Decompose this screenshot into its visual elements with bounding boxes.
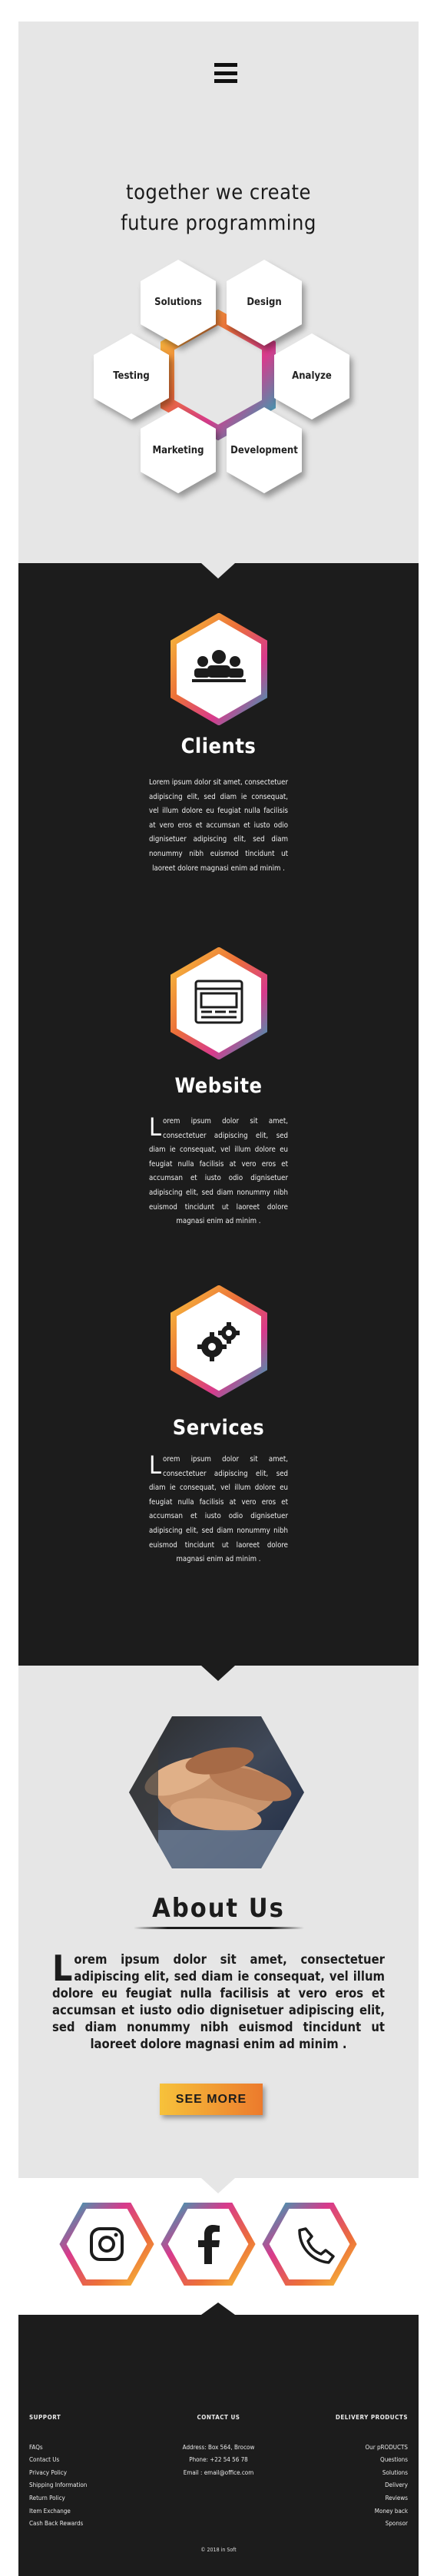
- social-icons-row: [59, 2203, 357, 2286]
- feature-title: Services: [172, 1416, 265, 1440]
- hero-title: together we create future programming: [18, 177, 419, 239]
- page: together we create future programming So…: [18, 22, 419, 2576]
- hero-title-line2: future programming: [121, 211, 316, 235]
- footer-delivery: DELIVERY PRODUCTS Our pRODUCTS Questions…: [336, 2412, 408, 2531]
- instagram-icon[interactable]: [59, 2203, 154, 2286]
- facebook-icon[interactable]: [161, 2203, 256, 2286]
- see-more-button[interactable]: SEE MORE: [160, 2084, 263, 2115]
- footer-link[interactable]: Item Exchange: [29, 2505, 87, 2518]
- website-badge: [170, 947, 267, 1059]
- about-title: About Us: [152, 1893, 285, 1924]
- section-notch: [201, 2302, 235, 2315]
- feature-website: Website Lorem ipsum dolor sit amet, cons…: [18, 947, 419, 1239]
- footer-link[interactable]: Cash Back Rewards: [29, 2518, 87, 2531]
- feature-text: Lorem ipsum dolor sit amet, consectetuer…: [149, 778, 288, 873]
- footer-link[interactable]: Sponsor: [336, 2518, 408, 2531]
- feature-services: Services Lorem ipsum dolor sit amet, con…: [18, 1285, 419, 1577]
- footer-link[interactable]: Return Policy: [29, 2492, 87, 2505]
- footer: SUPPORT FAQs Contact Us Privacy Policy S…: [18, 2302, 419, 2576]
- dropcap: L: [149, 1450, 162, 1480]
- footer-link[interactable]: Solutions: [336, 2467, 408, 2480]
- hero-section: together we create future programming So…: [18, 22, 419, 563]
- dropcap: L: [149, 1112, 162, 1142]
- feature-clients: Clients Lorem ipsum dolor sit amet, cons…: [18, 613, 419, 890]
- footer-link[interactable]: Questions: [336, 2454, 408, 2467]
- hero-title-line1: together we create: [126, 181, 311, 204]
- hex-development[interactable]: Development: [222, 445, 306, 456]
- footer-link[interactable]: Reviews: [336, 2492, 408, 2505]
- hex-marketing[interactable]: Marketing: [136, 445, 220, 456]
- section-notch: [201, 1666, 235, 1681]
- hex-design[interactable]: Design: [222, 297, 306, 308]
- features-section: Clients Lorem ipsum dolor sit amet, cons…: [18, 563, 419, 1666]
- feature-text: Lorem ipsum dolor sit amet, consectetuer…: [149, 1115, 288, 1229]
- dropcap: L: [52, 1948, 73, 1989]
- feature-text: Lorem ipsum dolor sit amet, consectetuer…: [149, 1453, 288, 1567]
- services-badge: [170, 1285, 267, 1397]
- about-text-body: orem ipsum dolor sit amet, consectetuer …: [52, 1952, 385, 2051]
- footer-link[interactable]: Shipping Information: [29, 2479, 87, 2492]
- feature-title: Website: [174, 1074, 263, 1098]
- menu-icon[interactable]: [214, 63, 237, 83]
- hex-solutions[interactable]: Solutions: [136, 297, 220, 308]
- clients-badge: [170, 613, 267, 725]
- phone-icon[interactable]: [262, 2203, 357, 2286]
- service-hex-cluster: Solutions Design Testing Analyze Marketi…: [18, 260, 419, 536]
- social-section: [18, 2178, 419, 2315]
- about-text: Lorem ipsum dolor sit amet, consectetuer…: [52, 1951, 385, 2053]
- about-photo-hands: [129, 1716, 304, 1868]
- feature-text-body: orem ipsum dolor sit amet, consectetuer …: [149, 1455, 288, 1564]
- section-notch: [201, 563, 235, 579]
- feature-title: Clients: [180, 734, 257, 758]
- copyright: © 2018 in Soft: [200, 2547, 237, 2553]
- hex-analyze[interactable]: Analyze: [270, 370, 354, 382]
- feature-text-body: orem ipsum dolor sit amet, consectetuer …: [149, 1117, 288, 1226]
- footer-link[interactable]: Money back: [336, 2505, 408, 2518]
- about-title-underline: [134, 1927, 304, 1929]
- footer-link[interactable]: Delivery: [336, 2479, 408, 2492]
- about-section: About Us Lorem ipsum dolor sit amet, con…: [18, 1666, 419, 2178]
- hex-testing[interactable]: Testing: [89, 370, 174, 382]
- footer-link[interactable]: Our pRODUCTS: [336, 2442, 408, 2455]
- footer-heading: DELIVERY PRODUCTS: [335, 2414, 408, 2421]
